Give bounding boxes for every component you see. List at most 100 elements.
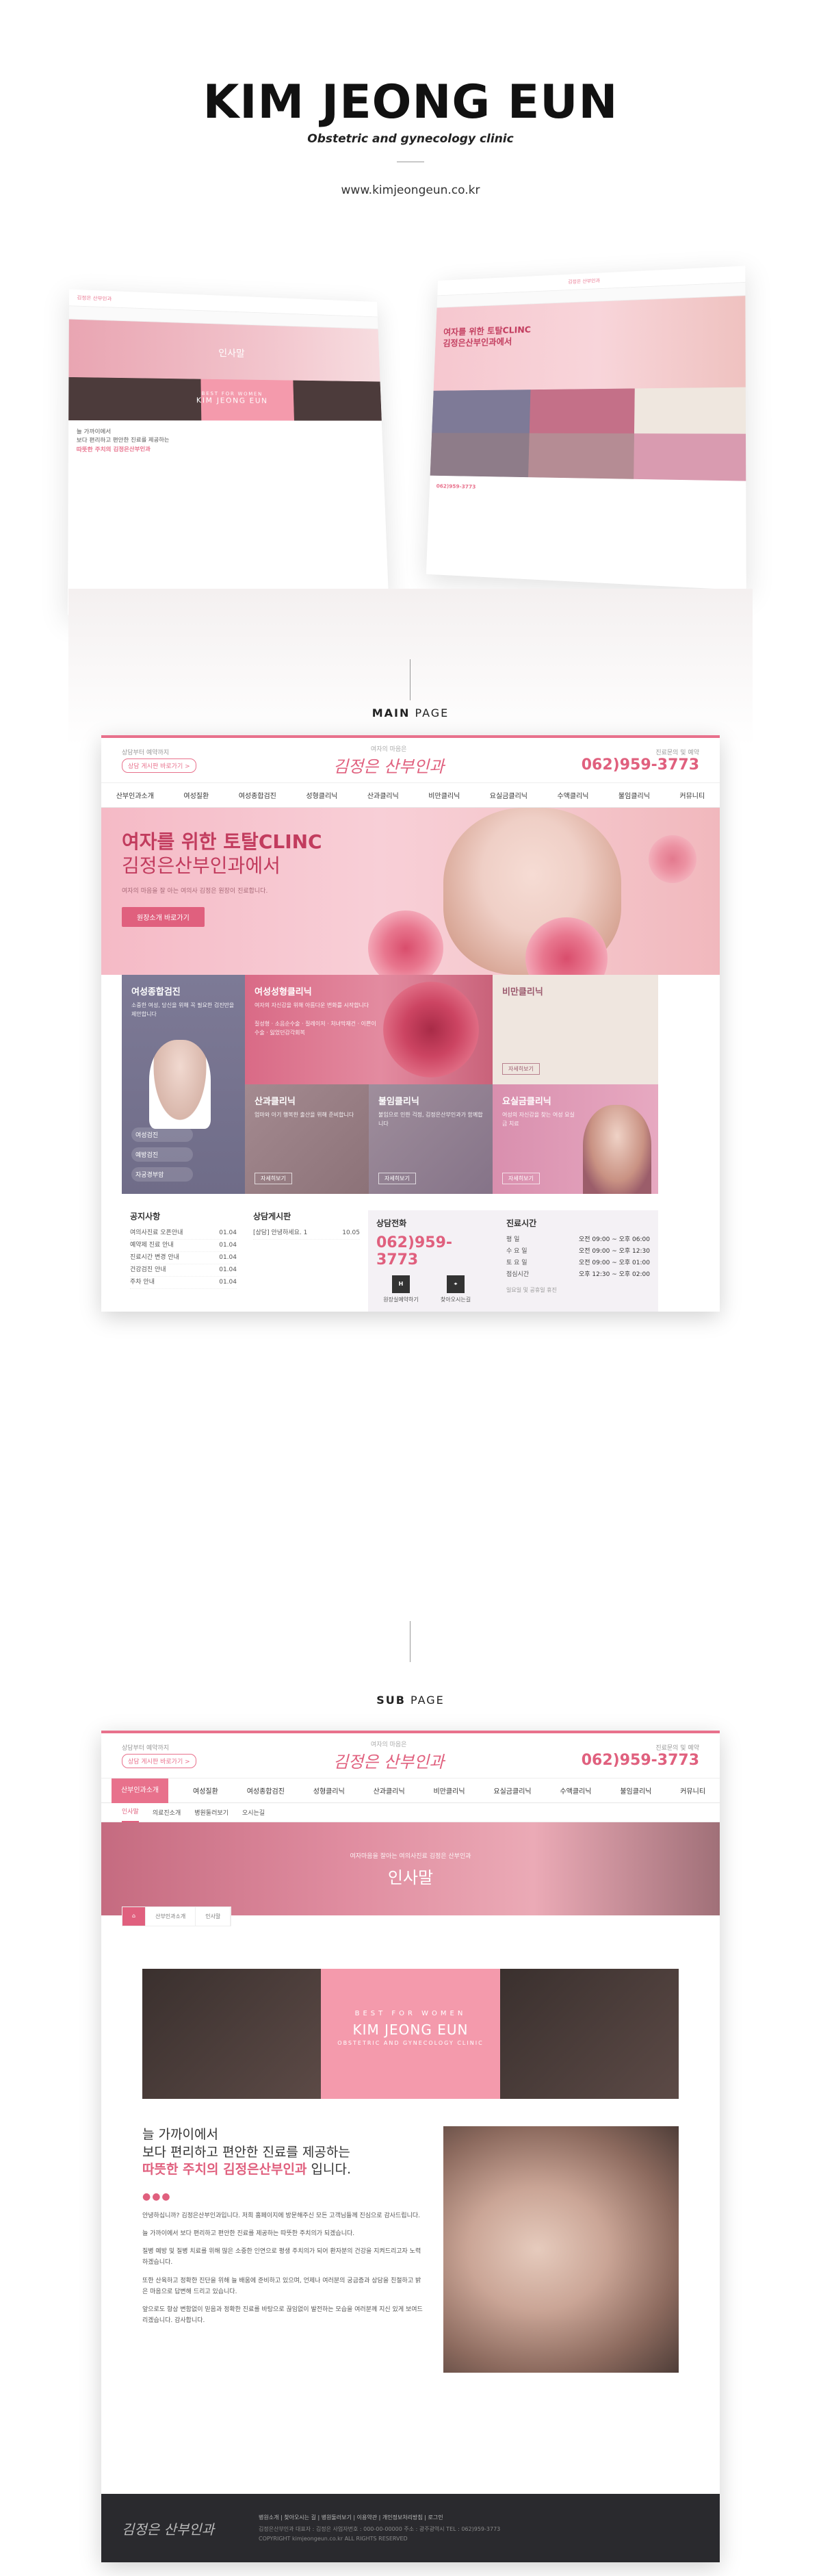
mockup-sub-page: 김정은 산부인과 인사말 BEST FOR WOMEN KIM JEONG EUN… — [67, 289, 389, 615]
breadcrumb-item[interactable]: 인사말 — [196, 1907, 231, 1926]
list-item[interactable]: 여의사진료 오픈안내 01.04 — [130, 1227, 237, 1240]
hero-copy: 여자를 위한 토탈CLINC 김정은산부인과에서 여자의 마음을 잘 아는 여의… — [122, 830, 322, 927]
qna-board: 상담게시판 [상담] 안녕하세요. 1 10.05 — [245, 1210, 368, 1312]
notice-title: 공지사항 — [130, 1212, 161, 1221]
tab-doctors[interactable]: 의료진소개 — [153, 1808, 181, 1817]
chip-link[interactable]: 여성검진 — [131, 1127, 193, 1142]
nav-item[interactable]: 수액클리닉 — [553, 790, 592, 800]
card-desc: 엄마와 아기 행복한 출산을 위해 준비합니다 — [255, 1112, 354, 1118]
info-row: 공지사항 여의사진료 오픈안내 01.04 예약제 진료 안내 01.04 진료시간… — [122, 1210, 699, 1312]
clinic-cards: 여성종합검진 소중한 여성, 당신을 위해 꼭 필요한 검진만을 제안합니다 여… — [122, 975, 699, 1194]
consult-phone-number[interactable]: 062)959-3773 — [376, 1234, 490, 1268]
main-page-label: MAIN PAGE — [372, 706, 449, 719]
band-line3: OBSTETRIC AND GYNECOLOGY CLINIC — [337, 2040, 484, 2046]
card-desc: 여성의 자신감을 찾는 여성 요실금 치료 — [502, 1112, 575, 1127]
mini-logo: 김정은 산부인과 — [568, 278, 600, 285]
more-button[interactable]: 자세히보기 — [378, 1173, 416, 1184]
site-logo[interactable]: 여자의 마음은 김정은 산부인과 — [333, 1739, 444, 1772]
list-item[interactable]: 주차 안내 01.04 — [130, 1277, 237, 1290]
card-cosmetic-clinic[interactable]: 여성성형클리닉 여자의 자신감을 위해 아름다운 변화를 시작합니다 질성형 ·… — [245, 975, 493, 1084]
card-fertility-clinic[interactable]: 불임클리닉 불임으로 인한 걱정, 김정은산부인과가 함께합니다 자세히보기 — [369, 1084, 493, 1194]
list-item[interactable]: 건강검진 안내 01.04 — [130, 1264, 237, 1277]
notice-board: 공지사항 여의사진료 오픈안내 01.04 예약제 진료 안내 01.04 진료시간… — [122, 1210, 245, 1312]
list-item[interactable]: [상담] 안녕하세요. 1 10.05 — [253, 1227, 360, 1240]
consult-board-link[interactable]: 상담 게시판 바로가기 > — [122, 1754, 196, 1768]
nav-item[interactable]: 산과클리닉 — [363, 790, 403, 800]
nav-item[interactable]: 여성질환 — [179, 790, 213, 800]
card-obstetric-clinic[interactable]: 산과클리닉 엄마와 아기 행복한 출산을 위해 준비합니다 자세히보기 — [245, 1084, 369, 1194]
nav-item[interactable]: 산과클리닉 — [369, 1785, 409, 1796]
pregnant-woman-image — [443, 2126, 679, 2373]
nav-item[interactable]: 여성종합검진 — [243, 1785, 289, 1796]
mini-greet-3: 따뜻한 주치의 김정은산부인과 — [76, 446, 151, 454]
card-obesity-clinic[interactable]: 비만클리닉 자세히보기 — [493, 975, 658, 1084]
decor-dots: ●●● — [142, 2191, 172, 2202]
header-phone: 진료문의 및 예약 062)959-3773 — [582, 748, 699, 774]
nav-item[interactable]: 요실금클리닉 — [486, 790, 532, 800]
tab-tour[interactable]: 병원둘러보기 — [194, 1808, 229, 1817]
consult-title: 상담전화 — [376, 1219, 407, 1228]
greeting-paragraph: 안녕하십니까? 김정은산부인과입니다. 저희 홈페이지에 방문해주신 모든 고객… — [142, 2212, 420, 2219]
director-intro-button[interactable]: 원장소개 바로가기 — [122, 907, 205, 927]
nav-item[interactable]: 비만클리닉 — [430, 1785, 469, 1796]
card-title: 산과클리닉 — [255, 1097, 296, 1107]
hours-row: 점심시간 오후 12:30 ~ 오후 02:00 — [506, 1271, 650, 1279]
brand-subtitle: Obstetric and gynecology clinic — [307, 132, 514, 146]
more-button[interactable]: 자세히보기 — [502, 1173, 540, 1184]
card-women-checkup[interactable]: 여성종합검진 소중한 여성, 당신을 위해 꼭 필요한 검진만을 제안합니다 여… — [122, 975, 245, 1194]
breadcrumb-item[interactable]: 산부인과소개 — [146, 1907, 196, 1926]
chip-link[interactable]: 자궁경부암 — [131, 1167, 193, 1182]
tab-directions[interactable]: 오시는길 — [242, 1808, 265, 1817]
nav-item[interactable]: 비만클리닉 — [424, 790, 464, 800]
location-icon: ⌖ — [447, 1275, 465, 1293]
sub-hero: 여자마음을 잘아는 여의사진료 김정은 산부인과 인사말 ⌂ 산부인과소개 인사… — [101, 1822, 720, 1926]
nav-item[interactable]: 커뮤니티 — [676, 1785, 709, 1796]
footer-address: 김정은산부인과 대표자 : 김정은 사업자번호 : 000-00-00000 주… — [259, 2526, 501, 2533]
nav-item[interactable]: 성형클리닉 — [302, 790, 341, 800]
hero-caption: 여자의 마음을 잘 아는 여의사 김정은 원장이 진료합니다. — [122, 888, 268, 895]
nav-item[interactable]: 여성종합검진 — [235, 790, 281, 800]
nav-item[interactable]: 여성질환 — [189, 1785, 222, 1796]
footer-links[interactable]: 병원소개 | 찾아오시는 길 | 병원둘러보기 | 이용약관 | 개인정보처리방… — [259, 2513, 699, 2523]
nav-item-active[interactable]: 산부인과소개 — [111, 1778, 169, 1803]
card-list: 질성형 · 소음순수술 · 질레이저 · 처녀막재건 · 이쁜이수술 · 잃었던… — [255, 1020, 376, 1036]
card-incontinence-clinic[interactable]: 요실금클리닉 여성의 자신감을 찾는 여성 요실금 치료 자세히보기 — [493, 1084, 658, 1194]
nav-item[interactable]: 성형클리닉 — [309, 1785, 349, 1796]
nav-item[interactable]: 불임클리닉 — [614, 790, 654, 800]
hours-title: 진료시간 — [506, 1219, 537, 1228]
main-page-screen: 상담부터 예약까지 상담 게시판 바로가기 > 여자의 마음은 김정은 산부인과 … — [101, 735, 720, 1312]
header-small-text: 상담부터 예약까지 — [122, 750, 170, 756]
brand-url: www.kimjeongeun.co.kr — [341, 183, 480, 197]
hours-row: 평 일 오전 09:00 ~ 오후 06:00 — [506, 1236, 650, 1243]
nav-item[interactable]: 커뮤니티 — [675, 790, 709, 800]
rose-image — [649, 835, 696, 883]
more-button[interactable]: 자세히보기 — [502, 1063, 540, 1075]
logo-text: 김정은 산부인과 — [333, 1752, 445, 1772]
chip-link[interactable]: 예방검진 — [131, 1147, 193, 1162]
mockup-main-page: 김정은 산부인과 여자를 위한 토탈CLINC 김정은산부인과에서 062)95… — [426, 266, 746, 591]
band-line1: BEST FOR WOMEN — [354, 2010, 467, 2017]
nav-item[interactable]: 수액클리닉 — [556, 1785, 595, 1796]
card-title: 비만클리닉 — [502, 987, 543, 997]
consult-board-link[interactable]: 상담 게시판 바로가기 > — [122, 758, 196, 773]
phone-number[interactable]: 062)959-3773 — [582, 1752, 699, 1769]
more-button[interactable]: 자세히보기 — [255, 1173, 292, 1184]
band-image-left — [142, 1969, 322, 2099]
phone-number[interactable]: 062)959-3773 — [582, 756, 699, 774]
tab-greeting[interactable]: 인사말 — [122, 1803, 139, 1822]
reservation-button[interactable]: H 원장실예약하기 — [376, 1275, 426, 1303]
phone-label: 진료문의 및 예약 — [655, 749, 699, 756]
list-item[interactable]: 진료시간 변경 안내 01.04 — [130, 1252, 237, 1265]
site-logo[interactable]: 여자의 마음은 김정은 산부인과 — [333, 744, 444, 777]
home-icon[interactable]: ⌂ — [122, 1907, 146, 1926]
header-consult: 상담부터 예약까지 상담 게시판 바로가기 > — [122, 748, 196, 773]
mini-greeting: 늘 가까이에서 보다 편리하고 편안한 진료를 제공하는 따뜻한 주치의 김정은… — [68, 420, 383, 462]
list-item[interactable]: 예약제 진료 안내 01.04 — [130, 1240, 237, 1253]
header-small-text: 상담부터 예약까지 — [122, 1745, 170, 1752]
directions-button[interactable]: ⌖ 찾아오시는길 — [431, 1275, 480, 1303]
nav-item[interactable]: 요실금클리닉 — [489, 1785, 535, 1796]
sub-hero-title: 인사말 — [387, 1868, 434, 1887]
logo-text: 김정은 산부인과 — [333, 756, 445, 776]
nav-item[interactable]: 불임클리닉 — [616, 1785, 655, 1796]
nav-item[interactable]: 산부인과소개 — [112, 790, 158, 800]
